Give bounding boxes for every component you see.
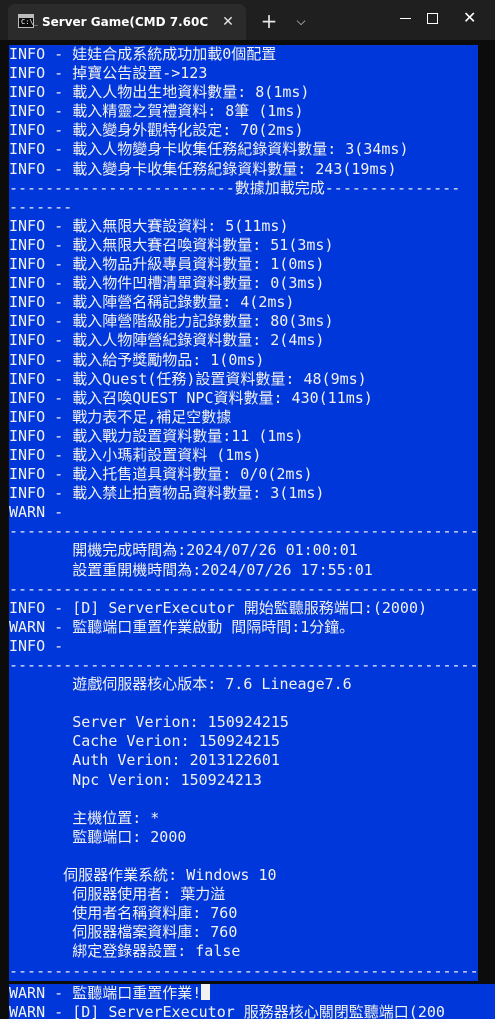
log-line: 使用者名稱資料庫: 760: [9, 904, 238, 923]
log-line: 綁定登錄器設置: false: [9, 942, 241, 961]
log-line: INFO - 載入人物陣營紀錄資料數量: 2(4ms): [9, 331, 325, 350]
log-line: INFO - 載入物件凹槽清單資料數量: 0(3ms): [9, 274, 325, 293]
log-line: ----------------------------------------…: [9, 961, 478, 980]
chevron-down-icon[interactable]: ⌵: [287, 8, 315, 34]
log-line: INFO - 戰力表不足,補足空數據: [9, 407, 232, 426]
log-line: INFO - 載入召喚QUEST NPC資料數量: 430(11ms): [9, 388, 373, 407]
log-line: INFO - 載入精靈之賀禮資料: 8筆 (1ms): [9, 102, 304, 121]
log-line: 伺服器檔案資料庫: 760: [9, 923, 238, 942]
log-tail: WARN - 監聽端口重置作業! WARN - [D] ServerExecuto…: [9, 984, 495, 1019]
log-line: Cache Verion: 150924215: [9, 732, 280, 751]
log-line: 伺服器作業系統: Windows 10: [9, 866, 277, 885]
log-line: INFO - 載入給予獎勵物品: 1(0ms): [9, 350, 265, 369]
log-line: INFO - [D] ServerExecutor 開始監聽服務端口:(2000…: [9, 598, 428, 617]
selected-log-block: INFO - 娃娃合成系統成功加載0個配置 INFO - 掉寶公告設置->123 I…: [9, 45, 478, 981]
console-output[interactable]: INFO - 娃娃合成系統成功加載0個配置 INFO - 掉寶公告設置->123 I…: [0, 40, 495, 1019]
log-line: INFO - 載入Quest(任務)設置資料數量: 48(9ms): [9, 369, 367, 388]
terminal-tab[interactable]: C:\_ Server Game(CMD 7.60C By E ✕: [8, 4, 246, 40]
log-line: INFO -: [9, 636, 64, 655]
log-line: INFO - 載入陣營名稱記錄數量: 4(2ms): [9, 293, 295, 312]
title-bar: C:\_ Server Game(CMD 7.60C By E ✕ + ⌵ ✕: [0, 0, 495, 40]
log-line: -------------------------數據加載完成---------…: [9, 178, 461, 197]
log-line: 監聽端口: 2000: [9, 827, 187, 846]
log-line: INFO - 載入禁止拍賣物品資料數量: 3(1ms): [9, 484, 325, 503]
log-line: INFO - 載入物品升級專員資料數量: 1(0ms): [9, 255, 325, 274]
log-line: INFO - 載入變身卡收集任務紀錄資料數量: 243(19ms): [9, 159, 397, 178]
cmd-icon-text: C:\_: [21, 18, 38, 26]
tab-title: Server Game(CMD 7.60C By E: [42, 15, 212, 29]
log-line: INFO - 載入陣營階級能力記錄數量: 80(3ms): [9, 312, 334, 331]
log-line: 伺服器使用者: 葉力溢: [9, 885, 226, 904]
log-line: 開機完成時間為:2024/07/26 01:00:01: [9, 541, 358, 560]
log-line: ----------------------------------------…: [9, 522, 478, 541]
close-window-button[interactable]: ✕: [449, 0, 495, 36]
log-line: INFO - 載入無限大賽設資料: 5(11ms): [9, 216, 289, 235]
log-line: INFO - 載入戰力設置資料數量:11 (1ms): [9, 426, 304, 445]
log-line: WARN - 監聽端口重置作業啟動 間隔時間:1分鐘。: [9, 617, 355, 636]
close-icon: ✕: [463, 8, 477, 27]
log-line: INFO - 掉寶公告設置->123: [9, 64, 208, 83]
log-line: WARN -: [9, 503, 64, 522]
scrollbar[interactable]: [489, 40, 493, 1019]
log-line: Npc Verion: 150924213: [9, 770, 262, 789]
log-line: INFO - 載入無限大賽召喚資料數量: 51(3ms): [9, 235, 334, 254]
log-line: INFO - 載入托售道具資料數量: 0/0(2ms): [9, 465, 313, 484]
log-line: -------: [9, 197, 73, 216]
text-cursor: [201, 984, 211, 1000]
log-line: WARN - [D] ServerExecutor 服務器核心關閉監聽端口(20…: [9, 1003, 445, 1019]
close-tab-icon[interactable]: ✕: [218, 12, 238, 32]
log-line: ----------------------------------------…: [9, 656, 478, 674]
log-line: INFO - 載入變身外觀特化設定: 70(2ms): [9, 121, 304, 140]
cmd-icon: C:\_: [18, 14, 38, 28]
terminal-window: C:\_ Server Game(CMD 7.60C By E ✕ + ⌵ ✕ …: [0, 0, 495, 1019]
log-line: Server Verion: 150924215: [9, 713, 289, 732]
log-line: INFO - 載入小瑪莉設置資料 (1ms): [9, 445, 262, 464]
log-line: Auth Verion: 2013122601: [9, 751, 280, 770]
log-line: ----------------------------------------…: [9, 579, 478, 598]
log-line: 主機位置: *: [9, 808, 160, 827]
new-tab-button[interactable]: +: [255, 8, 283, 34]
log-line: INFO - 娃娃合成系統成功加載0個配置: [9, 45, 277, 63]
log-line: 遊戲伺服器核心版本: 7.6 Lineage7.6: [9, 675, 352, 694]
log-line: WARN - 監聽端口重置作業!: [9, 984, 495, 1003]
log-line: INFO - 載入人物變身卡收集任務紀錄資料數量: 3(34ms): [9, 140, 409, 159]
maximize-icon: [427, 13, 438, 24]
log-line: INFO - 載入人物出生地資料數量: 8(1ms): [9, 83, 310, 102]
log-line: 設置重開機時間為:2024/07/26 17:55:01: [9, 560, 373, 579]
